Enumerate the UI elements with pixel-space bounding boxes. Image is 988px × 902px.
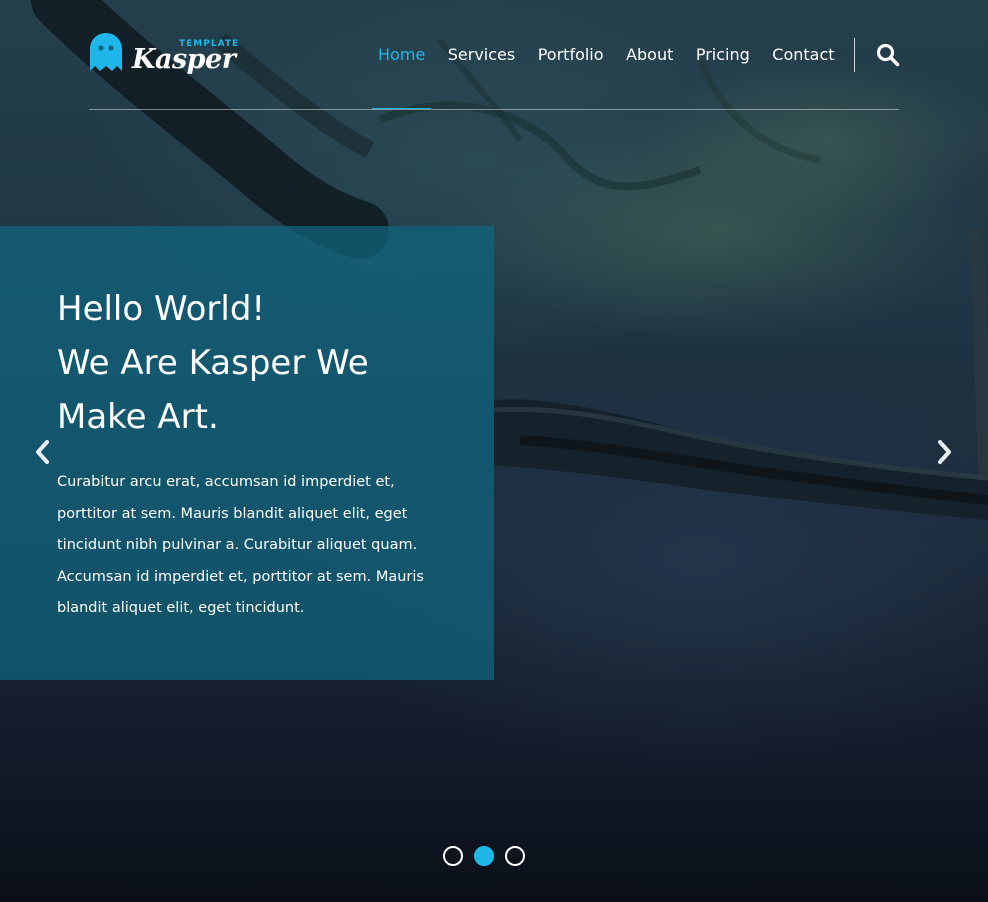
slider-bullet-active[interactable] xyxy=(474,846,494,866)
nav-portfolio[interactable]: Portfolio xyxy=(538,44,604,68)
main-nav: Home Services Portfolio About Pricing Co… xyxy=(371,44,857,109)
slide-title: Hello World! We Are Kasper We Make Art. xyxy=(57,282,457,444)
slide-paragraph: Curabitur arcu erat, accumsan id imperdi… xyxy=(57,474,424,616)
search-icon[interactable] xyxy=(876,43,900,67)
slider-bullet[interactable] xyxy=(443,846,463,866)
chevron-left-icon[interactable] xyxy=(31,437,55,467)
site-header: TEMPLATE Kasper Home Services Portfolio … xyxy=(89,0,900,110)
nav-home[interactable]: Home xyxy=(371,44,432,109)
nav-contact[interactable]: Contact xyxy=(772,44,834,68)
chevron-right-icon[interactable] xyxy=(932,437,956,467)
slider-bullet[interactable] xyxy=(505,846,525,866)
logo-wordmark: Kasper xyxy=(132,44,236,75)
ghost-icon xyxy=(90,33,122,71)
slide-title-line: We Are Kasper We xyxy=(57,343,369,383)
nav-about[interactable]: About xyxy=(626,44,673,68)
nav-divider xyxy=(854,38,855,72)
nav-pricing[interactable]: Pricing xyxy=(696,44,750,68)
slider-bullets xyxy=(443,846,536,870)
slide-title-line: Hello World! xyxy=(57,289,266,329)
nav-services[interactable]: Services xyxy=(448,44,515,68)
slide-title-line: Make Art. xyxy=(57,397,219,437)
logo[interactable]: TEMPLATE Kasper xyxy=(89,30,239,76)
